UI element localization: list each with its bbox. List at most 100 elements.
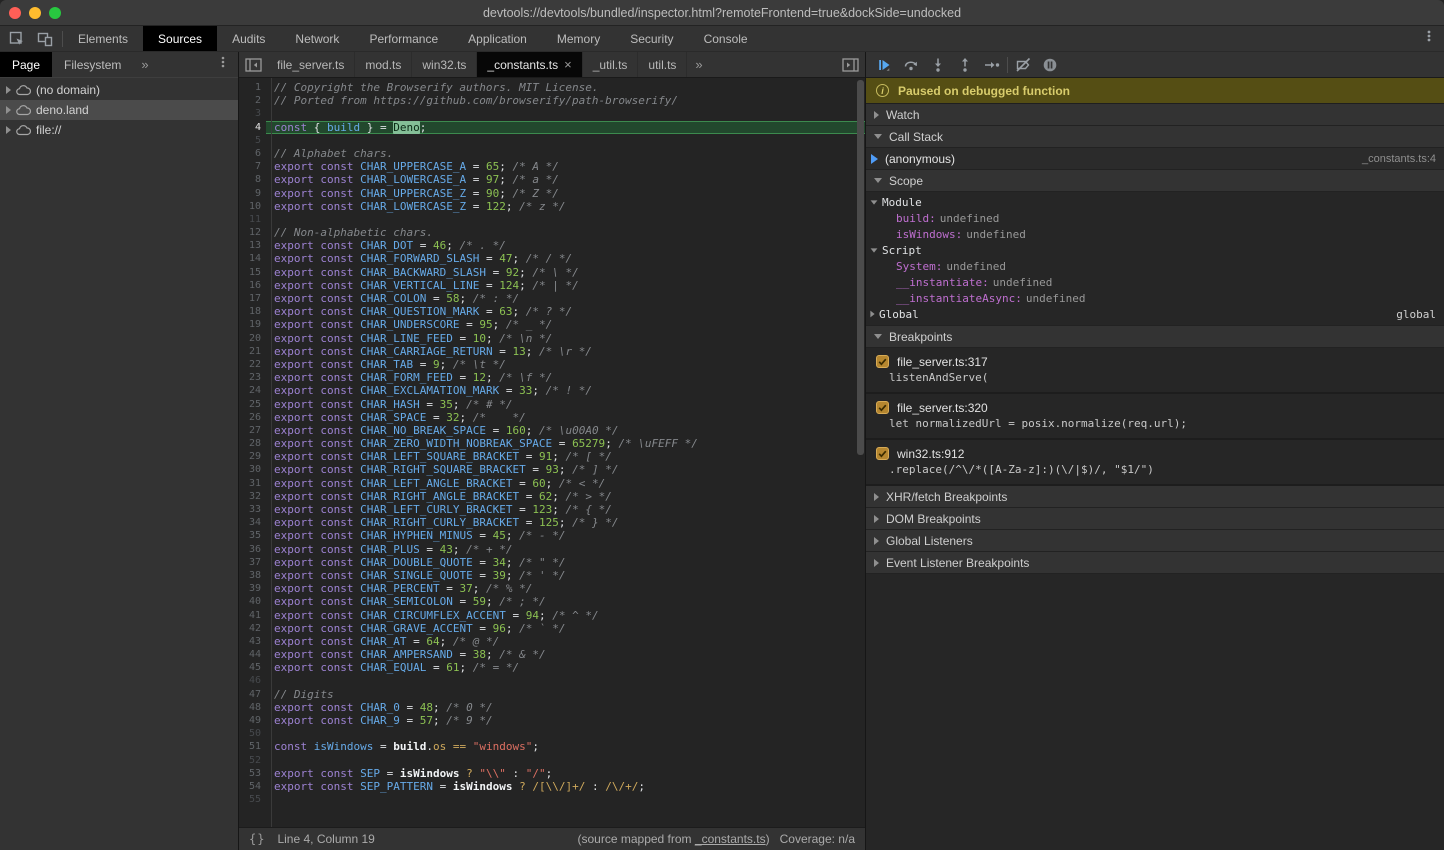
gutter-line-number[interactable]: 5 xyxy=(239,134,266,147)
breakpoint-checkbox[interactable] xyxy=(876,447,889,460)
code-line-text[interactable]: // Alphabet chars. xyxy=(266,147,865,160)
gutter-line-number[interactable]: 21 xyxy=(239,345,266,358)
zoom-window-button[interactable] xyxy=(49,7,61,19)
code-line-text[interactable]: export const CHAR_9 = 57; /* 9 */ xyxy=(266,714,865,727)
scope-property[interactable]: isWindows: undefined xyxy=(866,226,1444,242)
breakpoint-location[interactable]: win32.ts:912 xyxy=(897,447,964,461)
code-line-text[interactable]: const { build } = Deno; xyxy=(266,121,865,134)
code-line-text[interactable]: export const CHAR_LOWERCASE_Z = 122; /* … xyxy=(266,200,865,213)
code-line-text[interactable]: export const CHAR_LINE_FEED = 10; /* \n … xyxy=(266,332,865,345)
code-line-text[interactable]: export const CHAR_COLON = 58; /* : */ xyxy=(266,292,865,305)
tree-item--no-domain-[interactable]: (no domain) xyxy=(0,80,238,100)
gutter-line-number[interactable]: 27 xyxy=(239,424,266,437)
breakpoint-snippet[interactable]: .replace(/^\/*([A-Za-z]:)(\/|$)/, "$1/") xyxy=(866,462,1444,478)
gutter-line-number[interactable]: 45 xyxy=(239,661,266,674)
gutter-line-number[interactable]: 4 xyxy=(239,121,266,134)
tab-network[interactable]: Network xyxy=(280,26,354,51)
section-event-listener-breakpoints[interactable]: Event Listener Breakpoints xyxy=(866,552,1444,574)
tab-security[interactable]: Security xyxy=(615,26,688,51)
code-line-text[interactable]: export const SEP = isWindows ? "\\" : "/… xyxy=(266,767,865,780)
code-line-text[interactable]: export const CHAR_VERTICAL_LINE = 124; /… xyxy=(266,279,865,292)
gutter-line-number[interactable]: 33 xyxy=(239,503,266,516)
step-icon[interactable] xyxy=(980,55,1004,75)
tab-performance[interactable]: Performance xyxy=(354,26,453,51)
gutter-line-number[interactable]: 15 xyxy=(239,266,266,279)
gutter-line-number[interactable]: 38 xyxy=(239,569,266,582)
file-tab-mod-ts[interactable]: mod.ts xyxy=(355,52,412,77)
gutter-line-number[interactable]: 2 xyxy=(239,94,266,107)
code-line-text[interactable]: export const CHAR_QUESTION_MARK = 63; /*… xyxy=(266,305,865,318)
code-line-text[interactable]: export const CHAR_GRAVE_ACCENT = 96; /* … xyxy=(266,622,865,635)
frame-location[interactable]: _constants.ts:4 xyxy=(1362,153,1436,165)
resume-script-icon[interactable] xyxy=(872,55,896,75)
section-call-stack[interactable]: Call Stack xyxy=(866,126,1444,148)
code-line-text[interactable]: export const CHAR_HYPHEN_MINUS = 45; /* … xyxy=(266,529,865,542)
code-line-text[interactable] xyxy=(266,793,865,806)
gutter-line-number[interactable]: 24 xyxy=(239,384,266,397)
code-line-text[interactable]: export const CHAR_ZERO_WIDTH_NOBREAK_SPA… xyxy=(266,437,865,450)
tab-console[interactable]: Console xyxy=(689,26,763,51)
gutter-line-number[interactable]: 18 xyxy=(239,305,266,318)
gutter-line-number[interactable]: 47 xyxy=(239,688,266,701)
gutter-line-number[interactable]: 29 xyxy=(239,450,266,463)
code-line-text[interactable]: export const CHAR_CARRIAGE_RETURN = 13; … xyxy=(266,345,865,358)
code-line-text[interactable]: export const CHAR_SPACE = 32; /* */ xyxy=(266,411,865,424)
code-line-text[interactable]: export const CHAR_FORM_FEED = 12; /* \f … xyxy=(266,371,865,384)
gutter-line-number[interactable]: 46 xyxy=(239,674,266,687)
inspect-cursor-icon[interactable] xyxy=(6,29,28,49)
gutter-line-number[interactable]: 39 xyxy=(239,582,266,595)
code-line-text[interactable] xyxy=(266,213,865,226)
tab-elements[interactable]: Elements xyxy=(63,26,143,51)
gutter-line-number[interactable]: 11 xyxy=(239,213,266,226)
gutter-line-number[interactable]: 31 xyxy=(239,477,266,490)
gutter-line-number[interactable]: 26 xyxy=(239,411,266,424)
code-line-text[interactable]: export const CHAR_CIRCUMFLEX_ACCENT = 94… xyxy=(266,609,865,622)
code-line-text[interactable]: export const CHAR_HASH = 35; /* # */ xyxy=(266,398,865,411)
breakpoint-snippet[interactable]: listenAndServe( xyxy=(866,370,1444,386)
breakpoint-checkbox[interactable] xyxy=(876,355,889,368)
code-line-text[interactable]: export const SEP_PATTERN = isWindows ? /… xyxy=(266,780,865,793)
gutter-line-number[interactable]: 42 xyxy=(239,622,266,635)
pause-on-exceptions-icon[interactable] xyxy=(1038,55,1062,75)
code-line-text[interactable]: const isWindows = build.os == "windows"; xyxy=(266,740,865,753)
show-debugger-sidebar-icon[interactable] xyxy=(842,52,865,77)
gutter-line-number[interactable]: 50 xyxy=(239,727,266,740)
code-line-text[interactable]: export const CHAR_SINGLE_QUOTE = 39; /* … xyxy=(266,569,865,582)
scope-section-script[interactable]: Script xyxy=(866,242,1444,258)
code-line-text[interactable]: export const CHAR_PLUS = 43; /* + */ xyxy=(266,543,865,556)
gutter-line-number[interactable]: 37 xyxy=(239,556,266,569)
scrollbar-thumb[interactable] xyxy=(857,80,864,455)
code-line-text[interactable]: export const CHAR_BACKWARD_SLASH = 92; /… xyxy=(266,266,865,279)
section-global-listeners[interactable]: Global Listeners xyxy=(866,530,1444,552)
gutter-line-number[interactable]: 14 xyxy=(239,252,266,265)
gutter-line-number[interactable]: 55 xyxy=(239,793,266,806)
code-line-text[interactable]: export const CHAR_LEFT_CURLY_BRACKET = 1… xyxy=(266,503,865,516)
section-breakpoints[interactable]: Breakpoints xyxy=(866,326,1444,348)
gutter-line-number[interactable]: 48 xyxy=(239,701,266,714)
breakpoint-location[interactable]: file_server.ts:317 xyxy=(897,355,988,369)
deactivate-breakpoints-icon[interactable] xyxy=(1011,55,1035,75)
gutter-line-number[interactable]: 16 xyxy=(239,279,266,292)
gutter-line-number[interactable]: 28 xyxy=(239,437,266,450)
gutter-line-number[interactable]: 32 xyxy=(239,490,266,503)
pretty-print-icon[interactable]: {} xyxy=(249,832,265,846)
gutter-line-number[interactable]: 40 xyxy=(239,595,266,608)
code-line-text[interactable]: export const CHAR_EQUAL = 61; /* = */ xyxy=(266,661,865,674)
gutter-line-number[interactable]: 12 xyxy=(239,226,266,239)
code-line-text[interactable]: export const CHAR_UPPERCASE_Z = 90; /* Z… xyxy=(266,187,865,200)
gutter-line-number[interactable]: 8 xyxy=(239,173,266,186)
gutter-line-number[interactable]: 22 xyxy=(239,358,266,371)
code-line-text[interactable]: export const CHAR_FORWARD_SLASH = 47; /*… xyxy=(266,252,865,265)
step-into-icon[interactable] xyxy=(926,55,950,75)
tree-item-file-[interactable]: file:// xyxy=(0,120,238,140)
gutter-line-number[interactable]: 34 xyxy=(239,516,266,529)
scope-section-module[interactable]: Module xyxy=(866,194,1444,210)
file-tab-util-ts[interactable]: util.ts xyxy=(638,52,687,77)
tab-page[interactable]: Page xyxy=(0,52,52,77)
code-line-text[interactable]: export const CHAR_PERCENT = 37; /* % */ xyxy=(266,582,865,595)
editor-scrollbar[interactable] xyxy=(856,78,865,827)
code-line-text[interactable]: export const CHAR_RIGHT_SQUARE_BRACKET =… xyxy=(266,463,865,476)
gutter-line-number[interactable]: 7 xyxy=(239,160,266,173)
code-line-text[interactable]: export const CHAR_0 = 48; /* 0 */ xyxy=(266,701,865,714)
code-line-text[interactable] xyxy=(266,727,865,740)
